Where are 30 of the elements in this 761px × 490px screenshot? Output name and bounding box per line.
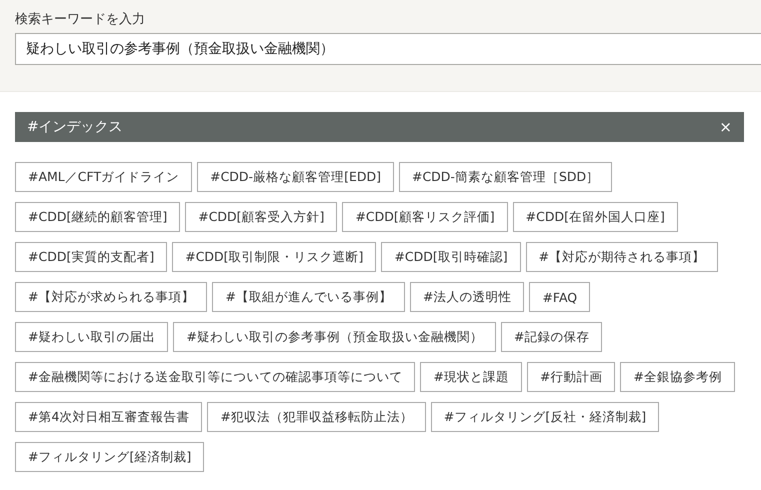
tag-button[interactable]: #犯収法（犯罪収益移転防止法）: [207, 402, 426, 432]
tag-button[interactable]: #フィルタリング[経済制裁]: [15, 442, 204, 472]
tag-button[interactable]: #フィルタリング[反社・経済制裁]: [430, 402, 660, 432]
tag-button[interactable]: #CDD[実質的支配者]: [15, 242, 168, 272]
tag-button[interactable]: #法人の透明性: [410, 282, 524, 312]
tag-button[interactable]: #疑わしい取引の届出: [15, 322, 168, 352]
close-button[interactable]: ×: [717, 118, 734, 136]
tag-button[interactable]: #行動計画: [526, 362, 616, 392]
tag-button[interactable]: #現状と課題: [420, 362, 522, 392]
tag-button[interactable]: #CDD[顧客リスク評価]: [342, 202, 508, 232]
tag-button[interactable]: #【対応が期待される事項】: [526, 242, 718, 272]
tag-button[interactable]: #第4次対日相互審査報告書: [15, 402, 202, 432]
tag-button[interactable]: #金融機関等における送金取引等についての確認事項等について: [15, 362, 416, 392]
index-title: #インデックス: [27, 118, 123, 136]
search-label: 検索キーワードを入力: [15, 11, 146, 28]
tag-button[interactable]: #CDD[取引時確認]: [381, 242, 521, 272]
tag-button[interactable]: #【取組が進んでいる事例】: [212, 282, 405, 312]
tag-button[interactable]: #CDD[在留外国人口座]: [512, 202, 678, 232]
tag-button[interactable]: #CDD[継続的顧客管理]: [15, 202, 180, 232]
tag-button[interactable]: #FAQ: [529, 282, 590, 312]
tag-button[interactable]: #CDD[顧客受入方針]: [185, 202, 338, 232]
search-field[interactable]: 疑わしい取引の参考事例（預金取扱い金融機関）: [15, 33, 761, 65]
tag-button[interactable]: #記録の保存: [500, 322, 602, 352]
tag-button[interactable]: #疑わしい取引の参考事例（預金取扱い金融機関）: [173, 322, 496, 352]
tag-button[interactable]: #【対応が求められる事項】: [15, 282, 208, 312]
tag-button[interactable]: #AML／CFTガイドライン: [15, 162, 192, 192]
tag-button[interactable]: #CDD-厳格な顧客管理[EDD]: [197, 162, 394, 192]
tag-button[interactable]: #CDD-簡素な顧客管理［SDD］: [398, 162, 612, 192]
tag-button[interactable]: #全銀協参考例: [620, 362, 735, 392]
tag-button[interactable]: #CDD[取引制限・リスク遮断]: [172, 242, 376, 272]
